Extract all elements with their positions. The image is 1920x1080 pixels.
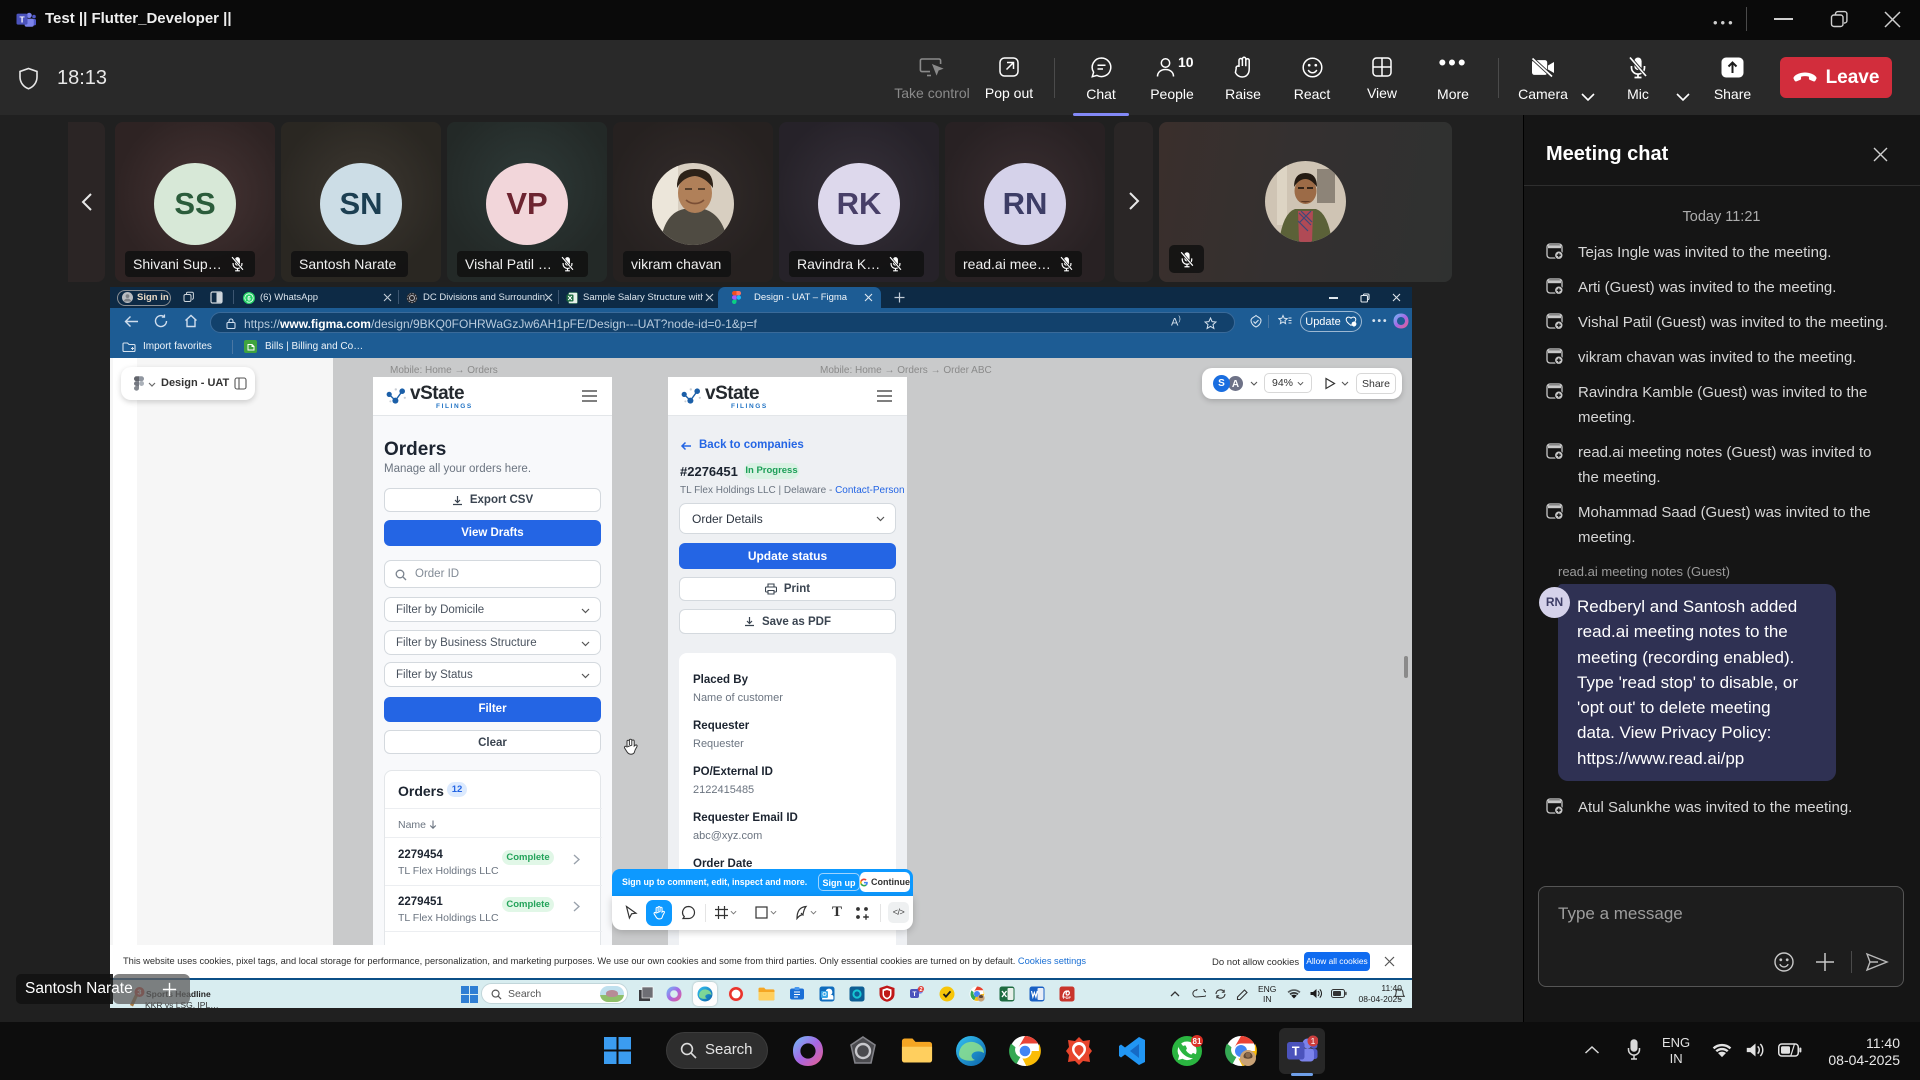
svg-text:81: 81 [1193,1037,1202,1046]
svg-text:1: 1 [1311,1036,1316,1046]
svg-text:T: T [1292,1045,1300,1059]
svg-text:2: 2 [919,987,922,993]
svg-text:T: T [19,14,25,24]
svg-text:O: O [822,992,827,998]
svg-text:PDF: PDF [1063,995,1072,1000]
svg-text:T: T [913,991,917,998]
